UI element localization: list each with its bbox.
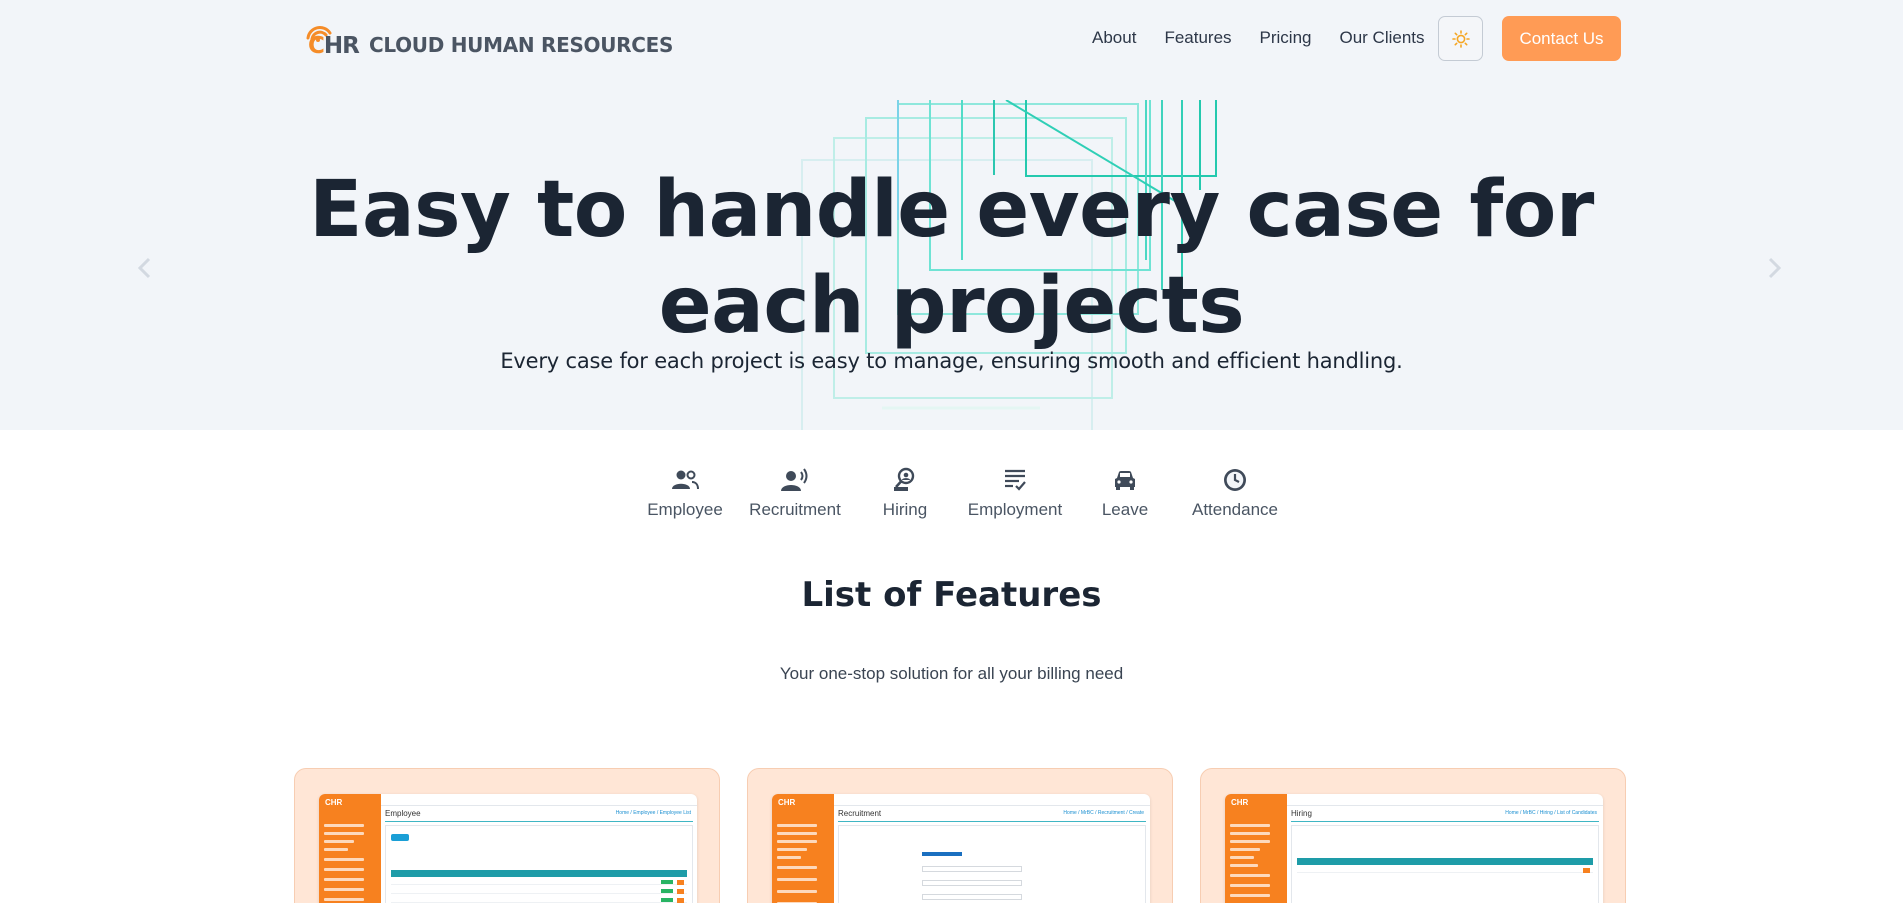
category-label: Employment (967, 500, 1063, 519)
screenshot-title: Recruitment (838, 809, 882, 818)
screenshot-breadcrumb: Home / Employee / Employee List (615, 810, 691, 816)
nav-links: About Features Pricing Our Clients (1092, 26, 1425, 50)
brand-logo[interactable]: CHR CLOUD HUMAN RESOURCES (305, 24, 673, 60)
nav-link-our-clients[interactable]: Our Clients (1340, 26, 1425, 50)
category-recruitment[interactable]: Recruitment (740, 466, 850, 520)
screenshot-logo: CHR (325, 798, 343, 807)
person-search-icon (892, 466, 918, 494)
theme-toggle-button[interactable] (1438, 16, 1483, 61)
category-label: Attendance (1191, 500, 1278, 519)
category-leave[interactable]: Leave (1070, 466, 1180, 520)
sun-icon (1451, 29, 1470, 48)
feature-card-employee[interactable]: CHR Employee Home / Employee / Employee … (294, 768, 720, 903)
hero-subtitle: Every case for each project is easy to m… (500, 349, 1403, 373)
screenshot-logo: CHR (778, 798, 796, 807)
recruitment-screenshot: CHR Recruitment Home / MrBC / Recruitmen… (772, 794, 1150, 903)
feature-card-recruitment[interactable]: CHR Recruitment Home / MrBC / Recruitmen… (747, 768, 1173, 903)
screenshot-logo: CHR (1231, 798, 1249, 807)
top-navbar: CHR CLOUD HUMAN RESOURCES About Features… (0, 0, 1903, 80)
clock-icon (1222, 466, 1248, 494)
chevron-left-icon (137, 257, 151, 279)
category-label: Recruitment (749, 500, 841, 519)
screenshot-title: Employee (385, 809, 421, 818)
nav-link-features[interactable]: Features (1164, 26, 1231, 50)
speaking-person-icon (781, 466, 809, 494)
car-icon (1113, 466, 1137, 494)
screenshot-sidebar: CHR (319, 794, 381, 903)
category-employee[interactable]: Employee (630, 466, 740, 520)
features-title: List of Features (801, 575, 1102, 615)
list-check-icon (1003, 466, 1027, 494)
chevron-right-icon (1768, 257, 1782, 279)
contact-us-button[interactable]: Contact Us (1502, 16, 1621, 61)
feature-category-tabs: Employee Recruitment Hiring Employment L… (630, 466, 1290, 520)
screenshot-sidebar: CHR (772, 794, 834, 903)
category-label: Hiring (882, 500, 928, 519)
screenshot-breadcrumb: Home / MrBC / Recruitment / Create (1063, 810, 1144, 816)
screenshot-sidebar: CHR (1225, 794, 1287, 903)
category-label: Employee (647, 500, 723, 519)
logo-mark-c-letter: C (308, 33, 325, 59)
nav-link-pricing[interactable]: Pricing (1260, 26, 1312, 50)
features-subtitle: Your one-stop solution for all your bill… (779, 664, 1124, 683)
carousel-next-button[interactable] (1763, 256, 1787, 280)
brand-name: CLOUD HUMAN RESOURCES (369, 33, 674, 57)
chr-logo-mark: CHR (305, 24, 360, 60)
hiring-screenshot: CHR Hiring Home / MrBC / Hiring / List o… (1225, 794, 1603, 903)
category-label: Leave (1101, 500, 1149, 519)
hero-title: Easy to handle every case for each proje… (309, 165, 1594, 351)
users-icon (671, 466, 699, 494)
category-attendance[interactable]: Attendance (1180, 466, 1290, 520)
hero-section: CHR CLOUD HUMAN RESOURCES About Features… (0, 0, 1903, 430)
employee-screenshot: CHR Employee Home / Employee / Employee … (319, 794, 697, 903)
feature-card-hiring[interactable]: CHR Hiring Home / MrBC / Hiring / List o… (1200, 768, 1626, 903)
logo-mark-text: CHR (308, 33, 360, 59)
category-employment[interactable]: Employment (960, 466, 1070, 520)
screenshot-title: Hiring (1291, 809, 1312, 818)
category-hiring[interactable]: Hiring (850, 466, 960, 520)
screenshot-breadcrumb: Home / MrBC / Hiring / List of Candidate… (1505, 810, 1597, 816)
carousel-prev-button[interactable] (132, 256, 156, 280)
nav-link-about[interactable]: About (1092, 26, 1136, 50)
